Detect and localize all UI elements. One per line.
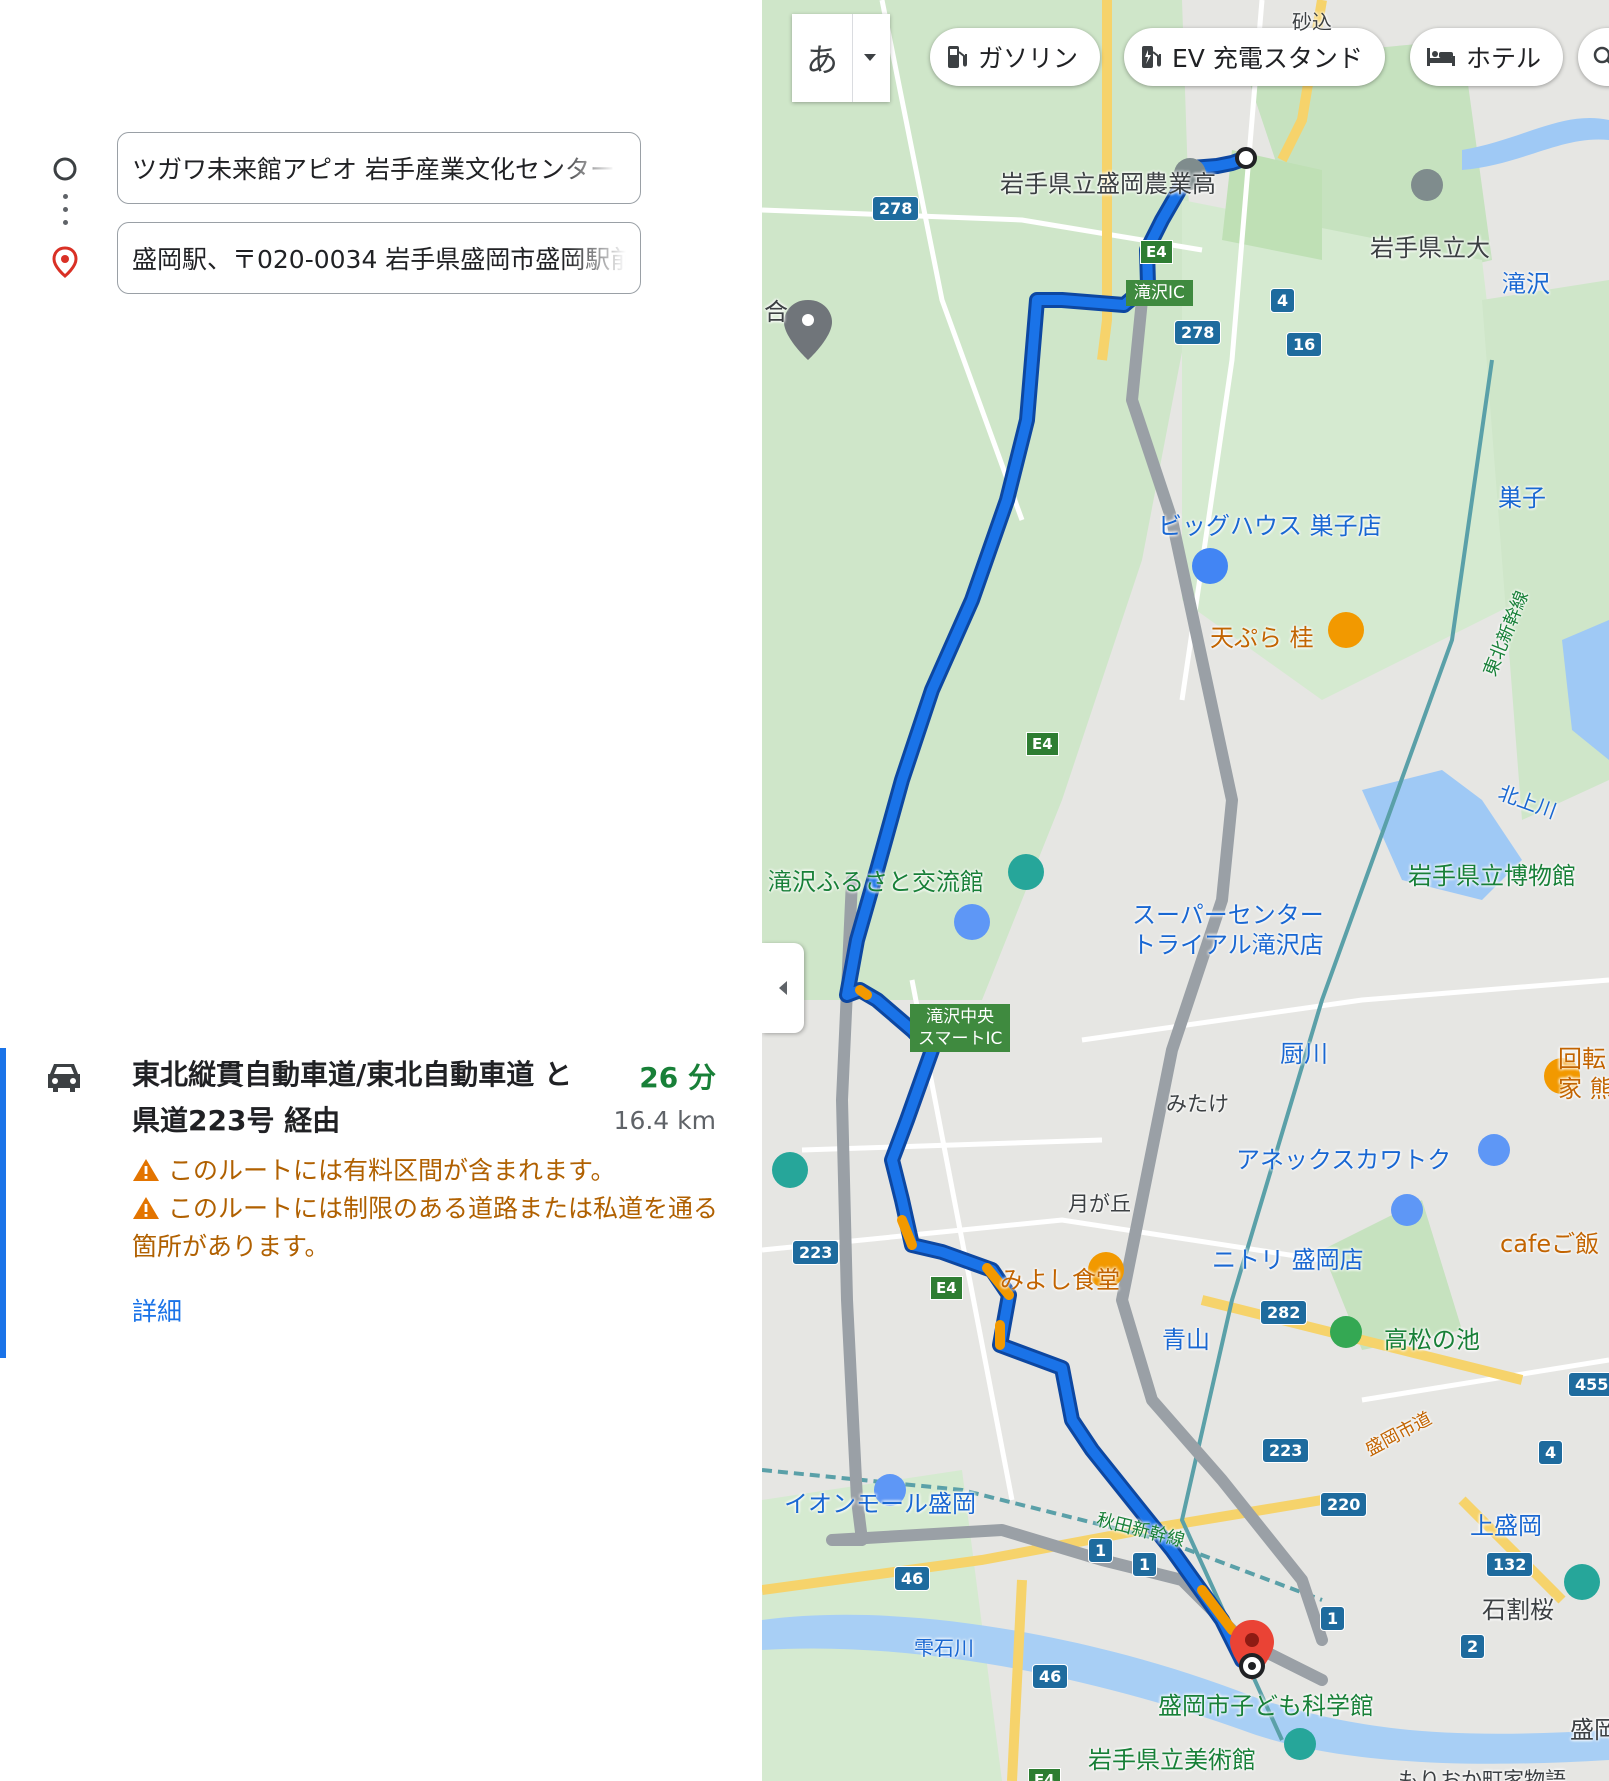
map-label-ai: 合: [764, 298, 788, 326]
map-label-morioka-agri[interactable]: 岩手県立盛岡農業高: [1000, 164, 1216, 199]
expressway-e4-sign: E4: [1028, 1768, 1061, 1781]
search-icon: [1593, 46, 1609, 64]
road-number-455: 455: [1568, 1372, 1609, 1397]
car-icon: [48, 1064, 80, 1092]
map-label-miyoshi[interactable]: みよし食堂: [1000, 1260, 1120, 1295]
gas-pump-icon: [948, 46, 967, 68]
chevron-down-icon: [864, 54, 876, 61]
map-label-mitake: みたけ: [1166, 1092, 1229, 1116]
road-number-1: 1: [1132, 1552, 1158, 1577]
road-number-1: 1: [1088, 1538, 1114, 1563]
map-label-nitori[interactable]: ニトリ 盛岡店: [1212, 1240, 1364, 1275]
map-label-trial[interactable]: スーパーセンター トライアル滝沢店: [1132, 900, 1324, 960]
map-label-tempura[interactable]: 天ぷら 桂: [1210, 618, 1314, 653]
map-label-art-museum[interactable]: 岩手県立美術館: [1088, 1740, 1256, 1775]
expressway-e4-sign: E4: [1026, 732, 1059, 756]
warning-restricted-text: このルートには制限のある道路または私道を通る箇所があります。: [132, 1194, 719, 1261]
origin-circle-icon: [53, 157, 77, 181]
road-number-4: 4: [1270, 288, 1296, 313]
ev-charging-chip[interactable]: EV 充電スタンド: [1124, 28, 1385, 86]
map-label-anekkusu[interactable]: アネックスカワトク: [1236, 1140, 1451, 1175]
map-label-furusato[interactable]: 滝沢ふるさと交流館: [768, 862, 984, 897]
caret-left-icon: [779, 981, 787, 995]
map-label-tsukigaoka: 月が丘: [1068, 1192, 1131, 1216]
expressway-e4-sign: E4: [930, 1276, 963, 1300]
map-label-kaiten[interactable]: 回転 家 熊: [1558, 1044, 1609, 1104]
map-label-monogatari[interactable]: もりおか町家物語: [1398, 1764, 1566, 1781]
origin-input-value: ツガワ未来館アピオ 岩手産業文化センター: [132, 155, 615, 184]
details-link[interactable]: 詳細: [132, 1292, 182, 1328]
map-label-morioka-edge: 盛岡: [1570, 1716, 1609, 1744]
map-label-aeon[interactable]: イオンモール盛岡: [784, 1484, 976, 1519]
destination-input[interactable]: 盛岡駅、〒020-0034 岩手県盛岡市盛岡駅前通１: [117, 222, 641, 294]
map-label-ishiwarizakura[interactable]: 石割桜: [1482, 1590, 1554, 1625]
route-title: 東北縦貫自動車道/東北自動車道 と 県道223号 経由: [132, 1058, 572, 1137]
smart-ic-sign[interactable]: 滝沢中央 スマートIC: [910, 1004, 1011, 1052]
warning-toll-text: このルートには有料区間が含まれます。: [168, 1156, 616, 1185]
map-label-kuriyagawa-station[interactable]: 厨川: [1280, 1034, 1328, 1069]
road-number-278: 278: [872, 196, 920, 221]
road-number-2: 2: [1460, 1634, 1486, 1659]
road-number-223: 223: [1262, 1438, 1310, 1463]
gasoline-chip-label: ガソリン: [978, 44, 1079, 73]
map-label-iwate-univ[interactable]: 岩手県立大: [1370, 228, 1490, 263]
road-number-16: 16: [1286, 332, 1323, 357]
road-number-4: 4: [1538, 1440, 1564, 1465]
selected-route-indicator: [0, 1048, 6, 1358]
expressway-e4-sign: E4: [1140, 240, 1173, 264]
map-label-sunairi: 砂込: [1292, 10, 1332, 34]
bed-icon: [1427, 48, 1455, 66]
gasoline-chip[interactable]: ガソリン: [930, 28, 1101, 86]
map-label-cafe[interactable]: cafeご飯: [1500, 1224, 1599, 1259]
route-distance: 16.4 km: [613, 1106, 716, 1135]
map-label-shizukuishi: 雫石川: [914, 1636, 974, 1660]
collapse-panel-button[interactable]: [762, 943, 804, 1033]
route-warnings: このルートには有料区間が含まれます。 このルートには制限のある道路または私道を通…: [132, 1152, 732, 1266]
road-number-1: 1: [1320, 1606, 1346, 1631]
warning-icon: [133, 1159, 159, 1181]
route-duration: 26 分: [639, 1061, 716, 1094]
language-label: あ: [805, 41, 838, 79]
map-label-kamimorioka[interactable]: 上盛岡: [1470, 1506, 1542, 1541]
road-number-46: 46: [1032, 1664, 1069, 1689]
road-number-278: 278: [1174, 320, 1222, 345]
map-label-museum[interactable]: 岩手県立博物館: [1408, 856, 1576, 891]
map-label-takamatsu[interactable]: 高松の池: [1384, 1320, 1480, 1355]
hotel-chip-label: ホテル: [1466, 44, 1542, 73]
directions-panel: ツガワ未来館アピオ 岩手産業文化センター 盛岡駅、〒020-0034 岩手県盛岡…: [0, 0, 762, 1781]
destination-pin-icon: [52, 246, 78, 278]
warning-toll: このルートには有料区間が含まれます。: [132, 1152, 732, 1190]
warning-icon: [133, 1197, 159, 1219]
road-number-132: 132: [1486, 1552, 1534, 1577]
waypoint-inputs: ツガワ未来館アピオ 岩手産業文化センター 盛岡駅、〒020-0034 岩手県盛岡…: [0, 0, 762, 320]
origin-input[interactable]: ツガワ未来館アピオ 岩手産業文化センター: [117, 132, 641, 204]
takizawa-ic-sign[interactable]: 滝沢IC: [1126, 280, 1193, 306]
road-number-223: 223: [792, 1240, 840, 1265]
map-label-takizawa-station[interactable]: 滝沢: [1502, 264, 1550, 299]
warning-restricted: このルートには制限のある道路または私道を通る箇所があります。: [132, 1190, 732, 1266]
road-number-282: 282: [1260, 1300, 1308, 1325]
ev-charging-chip-label: EV 充電スタンド: [1172, 44, 1363, 73]
hotel-chip[interactable]: ホテル: [1410, 28, 1564, 86]
road-number-46: 46: [894, 1566, 931, 1591]
route-option-card[interactable]: 東北縦貫自動車道/東北自動車道 と 県道223号 経由 26 分 16.4 km…: [0, 1048, 762, 1358]
map-label-suko-station[interactable]: 巣子: [1498, 478, 1546, 513]
road-number-220: 220: [1320, 1492, 1368, 1517]
input-tools-button[interactable]: あ: [792, 14, 890, 102]
waypoint-dots-icon: [63, 186, 68, 233]
destination-input-value: 盛岡駅、〒020-0034 岩手県盛岡市盛岡駅前通１: [132, 245, 626, 274]
map-label-aoyama-station[interactable]: 青山: [1162, 1320, 1210, 1355]
map-label-kodomo[interactable]: 盛岡市子ども科学館: [1158, 1686, 1374, 1721]
map-view[interactable]: あ ガソリン EV 充電スタンド ホテル 砂込 岩手県立盛岡農業高 岩手県立大 …: [762, 0, 1609, 1781]
map-label-bighouse[interactable]: ビッグハウス 巣子店: [1158, 506, 1382, 541]
ev-station-icon: [1142, 46, 1161, 68]
